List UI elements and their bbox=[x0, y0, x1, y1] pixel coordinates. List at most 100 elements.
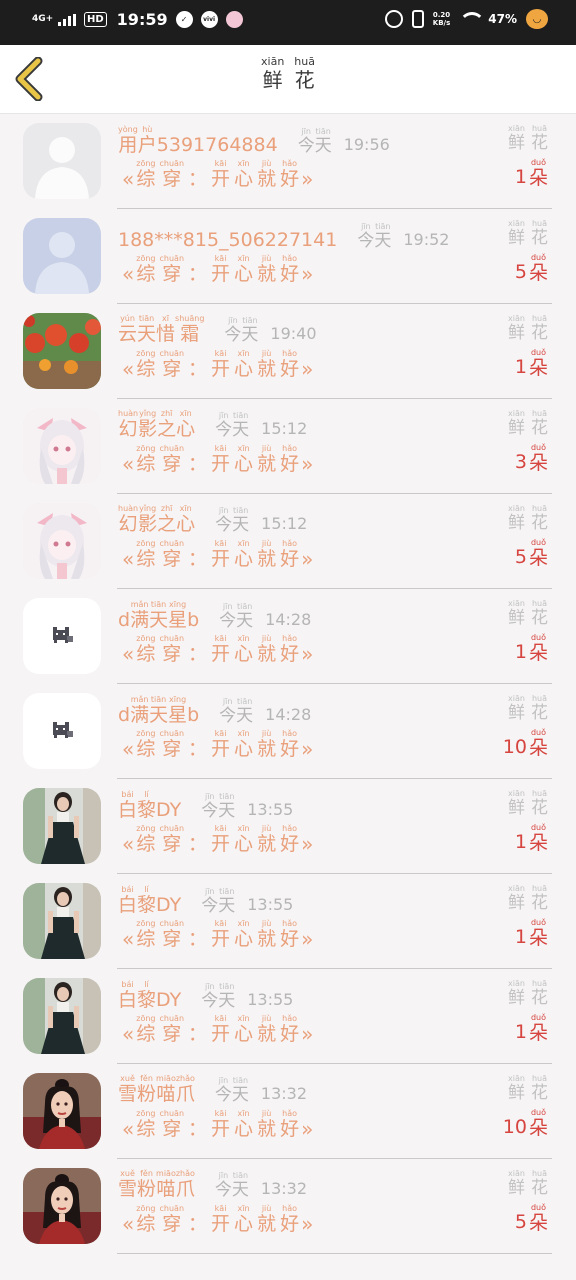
sender-name[interactable]: huàn 幻 yǐng 影 zhī 之 xīn 心 bbox=[118, 409, 195, 440]
gift-char: ： bbox=[188, 548, 208, 570]
quote-close: » bbox=[301, 736, 314, 761]
sender-name[interactable]: xuě 雪 fěn 粉 miāo 喵 zhǎo 爪 bbox=[118, 1074, 195, 1105]
hd-badge: HD bbox=[84, 12, 107, 27]
list-item[interactable]: yún 云 tiān 天 xī 惜 shuāng 霜 jīn 今 tiān 天 19:40 «zōn… bbox=[0, 304, 576, 399]
alarm-icon bbox=[384, 10, 403, 28]
gift-count-value: 1 bbox=[514, 165, 527, 188]
flower-char: xiān 鲜 bbox=[508, 314, 525, 343]
quote-close: » bbox=[301, 166, 314, 191]
list-item[interactable]: bái 白 lí 黎 DY jīn 今 tiān 天 13:55 «zōng 综 chuān 穿： k… bbox=[0, 969, 576, 1064]
gift-char: hǎo 好 bbox=[280, 349, 300, 380]
list-item[interactable]: 188***815_506227141 jīn 今 tiān 天 19:52 «zōn… bbox=[0, 209, 576, 304]
avatar[interactable] bbox=[23, 1073, 101, 1149]
today-char: tiān 天 bbox=[232, 411, 250, 441]
avatar[interactable] bbox=[23, 788, 101, 864]
gift-char: zōng 综 bbox=[136, 254, 156, 285]
list-item[interactable]: d mǎn 满 tiān 天 xīng 星 b jīn 今 tiān 天 14:28 «zōng 综 c… bbox=[0, 589, 576, 684]
quote-open: « bbox=[122, 166, 135, 191]
sender-line: xuě 雪 fěn 粉 miāo 喵 zhǎo 爪 jīn 今 tiān 天 13:32 bbox=[118, 1074, 307, 1105]
list-item[interactable]: xuě 雪 fěn 粉 miāo 喵 zhǎo 爪 jīn 今 tiān 天 13:32 «zōng… bbox=[0, 1064, 576, 1159]
status-bar: 4G+ HD 19:59 ✓ vivi 0.20 KB/s 47% ◡ bbox=[0, 0, 576, 45]
list-item[interactable]: bái 白 lí 黎 DY jīn 今 tiān 天 13:55 «zōng 综 chuān 穿： k… bbox=[0, 874, 576, 969]
avatar[interactable] bbox=[23, 123, 101, 199]
gift-source: «zōng 综 chuān 穿： kāi 开 xīn 心 jiù 就 hǎo 好» bbox=[122, 1204, 313, 1235]
sender-line: bái 白 lí 黎 DY jīn 今 tiān 天 13:55 bbox=[118, 884, 293, 916]
sender-name[interactable]: 188***815_506227141 bbox=[118, 219, 337, 251]
avatar[interactable] bbox=[23, 693, 101, 769]
app-notification-icon: vivi bbox=[200, 11, 218, 28]
today-char: tiān 天 bbox=[314, 127, 332, 157]
gift-char: chuān 穿 bbox=[159, 444, 185, 475]
list-item[interactable]: xuě 雪 fěn 粉 miāo 喵 zhǎo 爪 jīn 今 tiān 天 13:32 «zōng… bbox=[0, 1159, 576, 1254]
avatar[interactable] bbox=[23, 313, 101, 389]
sender-name[interactable]: bái 白 lí 黎 DY bbox=[118, 789, 181, 821]
list-item[interactable]: huàn 幻 yǐng 影 zhī 之 xīn 心 jīn 今 tiān 天 15:12 «zōng… bbox=[0, 399, 576, 494]
today-label: jīn 今 tiān 天 bbox=[215, 411, 249, 440]
sender-line: yòng 用 hù 户 5391764884 jīn 今 tiān 天 19:56 bbox=[118, 124, 390, 156]
gift-count-value: 1 bbox=[514, 925, 527, 948]
gift-count-value: 10 bbox=[502, 735, 527, 758]
top-bar: xiān 鲜 huā 花 bbox=[0, 45, 576, 114]
gift-type-label: xiān 鲜 huā 花 bbox=[508, 789, 548, 818]
gift-time: 19:40 bbox=[270, 323, 317, 343]
sender-name[interactable]: bái 白 lí 黎 DY bbox=[118, 979, 181, 1011]
sender-name[interactable]: d mǎn 满 tiān 天 xīng 星 b bbox=[118, 694, 199, 726]
sender-line: bái 白 lí 黎 DY jīn 今 tiān 天 13:55 bbox=[118, 789, 293, 821]
flower-char: xiān 鲜 bbox=[508, 504, 525, 533]
sender-name[interactable]: huàn 幻 yǐng 影 zhī 之 xīn 心 bbox=[118, 504, 195, 535]
list-item[interactable]: d mǎn 满 tiān 天 xīng 星 b jīn 今 tiān 天 14:28 «zōng 综 c… bbox=[0, 684, 576, 779]
gift-type-label: xiān 鲜 huā 花 bbox=[508, 694, 548, 723]
gift-char: kāi 开 bbox=[211, 159, 231, 190]
gift-char: kāi 开 bbox=[211, 824, 231, 855]
today-char: jīn 今 bbox=[224, 316, 242, 346]
today-char: tiān 天 bbox=[218, 887, 236, 917]
gift-char: zōng 综 bbox=[136, 824, 156, 855]
list-item[interactable]: huàn 幻 yǐng 影 zhī 之 xīn 心 jīn 今 tiān 天 15:12 «zōng… bbox=[0, 494, 576, 589]
gift-count: 1 duǒ 朵 bbox=[515, 918, 548, 949]
today-char: tiān 天 bbox=[218, 982, 236, 1012]
sender-name[interactable]: bái 白 lí 黎 DY bbox=[118, 884, 181, 916]
sender-name[interactable]: yòng 用 hù 户 5391764884 bbox=[118, 124, 278, 156]
avatar[interactable] bbox=[23, 978, 101, 1054]
avatar[interactable] bbox=[23, 883, 101, 959]
flower-char: xiān 鲜 bbox=[508, 219, 525, 248]
gift-char: ： bbox=[188, 833, 208, 855]
list-item[interactable]: bái 白 lí 黎 DY jīn 今 tiān 天 13:55 «zōng 综 chuān 穿： k… bbox=[0, 779, 576, 874]
list-item[interactable]: yòng 用 hù 户 5391764884 jīn 今 tiān 天 19:56 «zōng… bbox=[0, 114, 576, 209]
today-char: jīn 今 bbox=[214, 1171, 232, 1201]
sender-name[interactable]: yún 云 tiān 天 xī 惜 shuāng 霜 bbox=[118, 314, 204, 345]
quote-open: « bbox=[122, 546, 135, 571]
flower-char: huā 花 bbox=[531, 1074, 548, 1103]
today-char: jīn 今 bbox=[357, 222, 375, 252]
gift-count-value: 5 bbox=[514, 260, 527, 283]
avatar[interactable] bbox=[23, 598, 101, 674]
gift-char: xīn 心 bbox=[234, 539, 254, 570]
today-char: jīn 今 bbox=[201, 887, 219, 917]
avatar[interactable] bbox=[23, 503, 101, 579]
gift-char: chuān 穿 bbox=[159, 1109, 185, 1140]
sender-name[interactable]: d mǎn 满 tiān 天 xīng 星 b bbox=[118, 599, 199, 631]
flower-char: xiān 鲜 bbox=[508, 789, 525, 818]
emoji-icon: ◡ bbox=[526, 9, 548, 29]
today-label: jīn 今 tiān 天 bbox=[298, 127, 332, 156]
sender-line: huàn 幻 yǐng 影 zhī 之 xīn 心 jīn 今 tiān 天 15:12 bbox=[118, 504, 307, 535]
gift-count-value: 5 bbox=[514, 1210, 527, 1233]
name-part: d bbox=[118, 704, 131, 726]
avatar[interactable] bbox=[23, 408, 101, 484]
avatar[interactable] bbox=[23, 218, 101, 294]
gift-char: jiù 就 bbox=[257, 919, 277, 950]
sender-line: 188***815_506227141 jīn 今 tiān 天 19:52 bbox=[118, 219, 449, 251]
avatar[interactable] bbox=[23, 1168, 101, 1244]
gift-char: ： bbox=[188, 453, 208, 475]
gift-char: kāi 开 bbox=[211, 1109, 231, 1140]
page-title: xiān 鲜 huā 花 bbox=[0, 55, 576, 91]
gift-char: ： bbox=[188, 928, 208, 950]
flower-char: huā 花 bbox=[531, 1169, 548, 1198]
gift-time: 15:12 bbox=[261, 418, 308, 438]
gift-time: 19:56 bbox=[343, 135, 390, 154]
sender-name[interactable]: xuě 雪 fěn 粉 miāo 喵 zhǎo 爪 bbox=[118, 1169, 195, 1200]
name-char: fěn 粉 bbox=[137, 1169, 157, 1200]
flower-char: xiān 鲜 bbox=[508, 884, 525, 913]
gift-source: «zōng 综 chuān 穿： kāi 开 xīn 心 jiù 就 hǎo 好» bbox=[122, 349, 313, 380]
gift-char: jiù 就 bbox=[257, 1014, 277, 1045]
